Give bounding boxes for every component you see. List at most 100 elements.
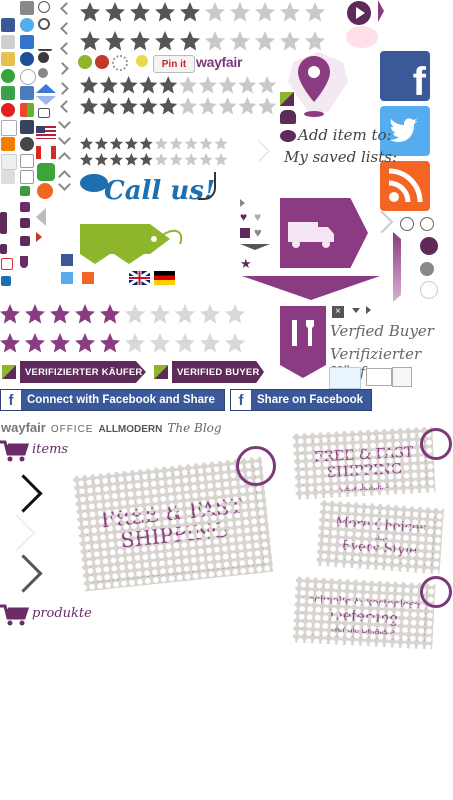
nav-arrow-icon-2[interactable] [0, 244, 7, 254]
saved-lists-label: My saved lists: [284, 148, 398, 166]
next-circle-outline-icon[interactable] [420, 281, 438, 299]
approve-outline-icon[interactable] [136, 55, 148, 67]
facebook-small-icon[interactable] [61, 254, 73, 266]
twitter-box-icon[interactable] [329, 367, 361, 389]
share-facebook-button[interactable]: f Share on Facebook [230, 389, 372, 411]
stumbleupon-icon[interactable] [1, 69, 15, 83]
tumblr-icon[interactable] [20, 120, 34, 134]
verified-badge-mark-icon [0, 361, 20, 383]
arrow-down-banner [242, 276, 380, 300]
cart-mini-icon[interactable] [38, 108, 50, 118]
map-pin-icon [288, 52, 348, 117]
play-small-icon-2[interactable] [20, 236, 30, 246]
checkbox-icon[interactable] [20, 154, 34, 168]
folder-icon [1, 52, 15, 66]
add-icon[interactable] [38, 1, 50, 13]
cart-icon[interactable] [0, 440, 30, 462]
rating-stars-large-row-1 [80, 2, 325, 22]
rating-stars-purple-row-1 [0, 304, 245, 324]
windows-icon[interactable] [20, 103, 34, 117]
chevron-right-icon[interactable] [56, 62, 69, 75]
verified-badge-mark-icon [152, 361, 172, 383]
rating-stars-small-row-1 [80, 137, 228, 150]
reject-icon[interactable] [95, 55, 109, 69]
approve-icon[interactable] [78, 55, 92, 69]
facebook-icon[interactable] [1, 18, 15, 32]
nav-arrow-icon[interactable] [0, 212, 7, 234]
chevron-left-icon[interactable] [60, 42, 73, 55]
evernote-icon[interactable] [37, 163, 55, 181]
close-icon[interactable]: × [332, 306, 344, 318]
linkedin-icon[interactable] [1, 120, 17, 136]
people-icon [280, 110, 296, 124]
facebook-big-icon[interactable]: f [380, 51, 430, 101]
gear-icon[interactable] [112, 55, 128, 71]
wordpress-icon[interactable] [20, 137, 34, 151]
delicious-icon[interactable] [20, 35, 34, 49]
blogger-icon[interactable] [1, 103, 15, 117]
chevron-right-large-outline-icon[interactable] [0, 514, 36, 552]
triangle-right-small-icon [366, 306, 371, 314]
search-icon[interactable] [38, 18, 50, 30]
play-mini-icon[interactable] [240, 199, 245, 207]
chevron-left-icon[interactable] [60, 2, 73, 15]
twitter-small-icon[interactable] [61, 272, 73, 284]
play-small-icon[interactable] [20, 218, 30, 228]
cart-de-icon[interactable] [0, 604, 30, 626]
chevron-right-purple-icon [1, 190, 15, 204]
rss-big-icon[interactable] [380, 161, 430, 211]
more-choices-stamp: More Choices -on- Every Style [315, 499, 445, 575]
print-icon[interactable] [20, 1, 34, 15]
chat-bubble-icon [346, 26, 378, 48]
grid-icon [1, 35, 15, 49]
tools-icon [292, 320, 314, 346]
flag-de-icon [154, 271, 175, 285]
chevron-up-icon[interactable] [58, 152, 71, 165]
checkbox-checked-icon[interactable] [20, 170, 34, 184]
mail-icon[interactable] [366, 368, 392, 386]
rss-small-icon[interactable] [82, 272, 94, 284]
excel-icon [20, 186, 30, 196]
brand-row: wayfair OFFICE ALLMODERN The Blog [1, 420, 222, 435]
smiley-happy-icon [400, 217, 414, 231]
share-icon[interactable] [38, 68, 48, 78]
chevron-right-large-icon[interactable] [4, 474, 43, 513]
shield-icon [20, 256, 28, 268]
chevron-right-icon[interactable] [56, 82, 69, 95]
chevron-down-icon[interactable] [58, 178, 71, 191]
heart-grey-icon[interactable]: ♥ [254, 226, 262, 239]
cart-small-icon[interactable] [38, 35, 52, 51]
share-facebook-label: Share on Facebook [257, 394, 364, 406]
google-icon[interactable] [1, 86, 15, 100]
chevron-down-icon[interactable] [58, 132, 71, 145]
chevron-left-icon[interactable] [60, 100, 73, 113]
myspace-icon[interactable] [20, 52, 34, 66]
chevron-right-large-grey-icon[interactable] [4, 554, 43, 593]
dropdown-circle-icon[interactable] [420, 262, 434, 276]
twitter-icon[interactable] [20, 18, 34, 32]
office-brand: OFFICE [50, 424, 94, 435]
blogger-orange-icon[interactable] [1, 137, 15, 151]
play-button[interactable] [347, 1, 371, 25]
produkte-label: produkte [32, 606, 92, 621]
next-circle-icon[interactable] [420, 237, 438, 255]
help-icon[interactable] [20, 202, 30, 212]
connect-facebook-button[interactable]: f Connect with Facebook and Share [0, 389, 225, 411]
remove-icon[interactable] [38, 52, 49, 63]
heart-dark-icon[interactable]: ♥ [240, 211, 247, 223]
postmark-ring-icon [420, 428, 452, 460]
chevron-right-outline-icon [248, 140, 270, 162]
reddit-icon[interactable] [20, 69, 36, 85]
pinit-button[interactable]: Pin it [153, 55, 195, 73]
triangle-up-icon [36, 84, 56, 93]
heart-check-icon[interactable]: ♥ [254, 211, 261, 223]
facebook-f-icon: f [1, 390, 21, 410]
flag-ca-icon [36, 146, 56, 159]
digg-icon[interactable] [20, 86, 34, 100]
add-square-icon[interactable] [240, 228, 250, 238]
verified-buyer-de-badge: VERIFIZIERTER KÄUFER [0, 361, 146, 383]
print-box-icon[interactable] [392, 367, 412, 387]
items-label: items [32, 442, 69, 457]
chevron-left-icon[interactable] [60, 22, 73, 35]
chevron-down-icon[interactable] [58, 116, 71, 129]
